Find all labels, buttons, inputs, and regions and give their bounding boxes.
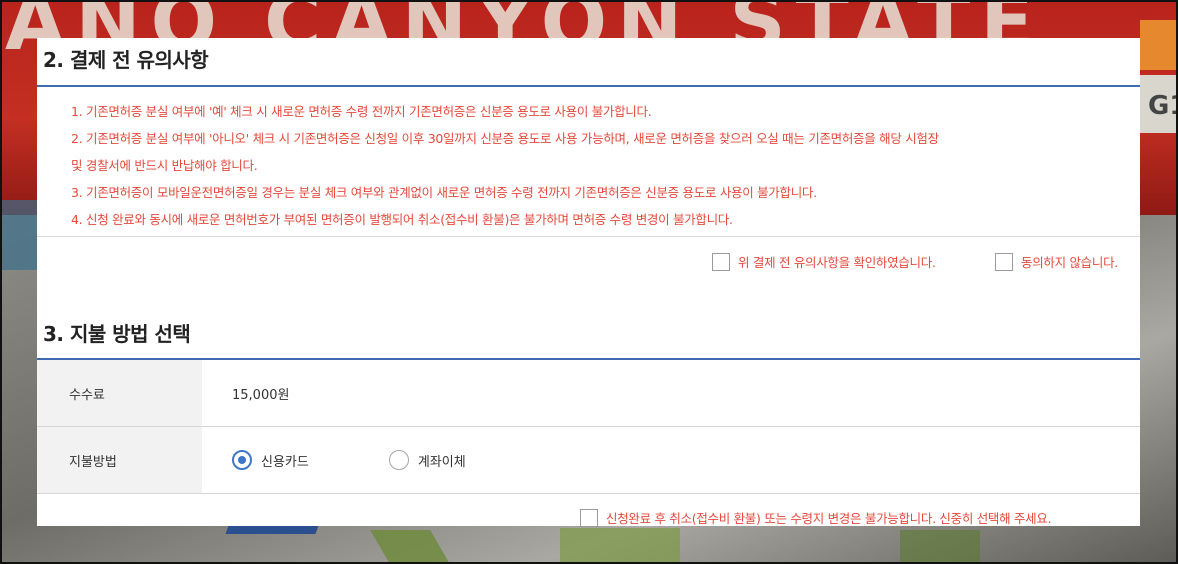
radio-credit-card[interactable]: 신용카드 xyxy=(232,450,309,470)
notice-line: 3. 기존면허증이 모바일운전면허증일 경우는 분실 체크 여부와 관계없이 새… xyxy=(71,185,817,200)
grass xyxy=(560,528,680,564)
agree-checkbox[interactable]: 위 결제 전 유의사항을 확인하였습니다. xyxy=(712,252,936,271)
section-divider xyxy=(37,85,1140,87)
checkbox-box[interactable] xyxy=(712,252,730,271)
fee-header-cell: 수수료 xyxy=(37,360,202,426)
grass xyxy=(900,530,980,564)
radio-label[interactable]: 계좌이체 xyxy=(418,451,466,470)
notice-line: 1. 기존면허증 분실 여부에 '예' 체크 시 새로운 면허증 수령 전까지 … xyxy=(71,104,652,119)
table-row-fee: 수수료 15,000원 xyxy=(37,360,1140,427)
notice-bottom-divider xyxy=(37,236,1140,237)
right-plate-fragment: G1 xyxy=(1140,75,1178,133)
checkbox-box[interactable] xyxy=(995,252,1013,271)
payment-table: 수수료 15,000원 지불방법 신용카드 계좌이체 xyxy=(37,360,1140,494)
section-title-precautions: 2. 결제 전 유의사항 xyxy=(43,48,209,72)
disagree-checkbox[interactable]: 동의하지 않습니다. xyxy=(995,252,1118,271)
checkbox-box[interactable] xyxy=(580,508,598,527)
final-notice-label[interactable]: 신청완료 후 취소(접수비 환불) 또는 수령지 변경은 불가능합니다. 신중히… xyxy=(606,508,1052,527)
fee-value: 15,000원 xyxy=(232,387,290,403)
notice-line: 2. 기존면허증 분실 여부에 '아니오' 체크 시 기존면허증은 신청일 이후… xyxy=(71,131,939,146)
payment-form-panel: 2. 결제 전 유의사항 1. 기존면허증 분실 여부에 '예' 체크 시 새로… xyxy=(37,38,1140,527)
radio-selected-icon[interactable] xyxy=(232,450,252,470)
section-title-payment-method: 3. 지불 방법 선택 xyxy=(43,322,191,346)
method-label: 지불방법 xyxy=(69,454,117,470)
plate-right-lettering: G1 xyxy=(1148,91,1178,121)
disagree-label[interactable]: 동의하지 않습니다. xyxy=(1021,252,1118,271)
agree-label[interactable]: 위 결제 전 유의사항을 확인하였습니다. xyxy=(738,252,936,271)
notice-line: 및 경찰서에 반드시 반납해야 합니다. xyxy=(71,158,258,173)
notice-line: 4. 신청 완료와 동시에 새로운 면허번호가 부여된 면허증이 발행되어 취소… xyxy=(71,212,733,227)
fee-label: 수수료 xyxy=(69,387,105,403)
radio-bank-transfer[interactable]: 계좌이체 xyxy=(388,450,466,470)
final-confirm-checkbox[interactable]: 신청완료 후 취소(접수비 환불) 또는 수령지 변경은 불가능합니다. 신중히… xyxy=(580,508,1052,527)
precaution-notices: 1. 기존면허증 분실 여부에 '예' 체크 시 새로운 면허증 수령 전까지 … xyxy=(71,98,1131,233)
radio-unselected-icon[interactable] xyxy=(388,450,409,470)
orange-plate-fragment xyxy=(1140,20,1178,70)
radio-label[interactable]: 신용카드 xyxy=(261,451,309,470)
method-options: 신용카드 계좌이체 xyxy=(232,427,506,493)
table-row-method: 지불방법 신용카드 계좌이체 xyxy=(37,427,1140,494)
method-header-cell: 지불방법 xyxy=(37,427,202,493)
